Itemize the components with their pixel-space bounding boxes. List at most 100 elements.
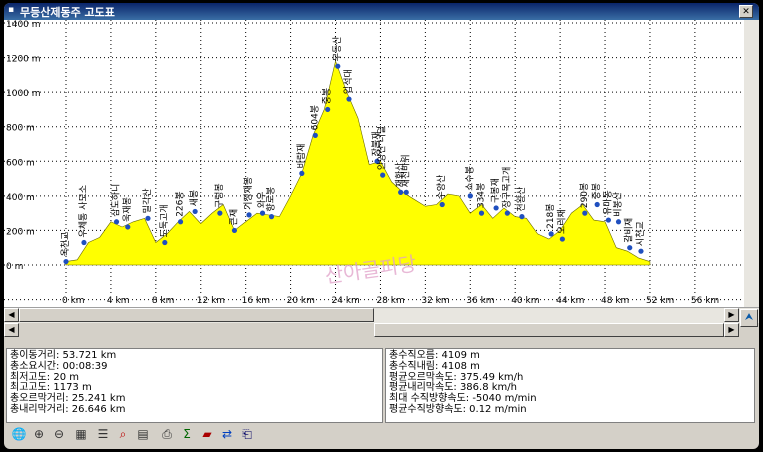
waypoint-label: 큰재 <box>228 209 239 226</box>
waypoint-marker <box>519 214 525 220</box>
zoom-in-icon[interactable]: ⊕ <box>30 425 48 443</box>
waypoint-label: 천왕산 <box>516 187 527 212</box>
scroll-thumb[interactable] <box>19 308 374 322</box>
export-icon[interactable]: ⎗ <box>238 425 256 443</box>
waypoint-marker <box>504 210 510 216</box>
waypoint-marker <box>177 219 184 225</box>
waypoint-marker <box>638 248 644 254</box>
x-tick-label: 32 km <box>421 296 449 306</box>
waypoint-label: 소수봉 <box>464 166 475 191</box>
scroll-left-button[interactable]: ◀ <box>4 308 19 322</box>
x-tick-label: 44 km <box>556 296 584 306</box>
waypoint-marker <box>145 215 151 221</box>
stat-total-descent: 총수직내림: 4108 m <box>389 360 480 372</box>
print-icon[interactable]: ⎙ <box>158 425 176 443</box>
waypoint-label: 604봉 <box>309 105 320 130</box>
y-tick-label: 1400 m <box>6 20 41 30</box>
waypoint-label: 입석대 <box>342 69 354 94</box>
waypoint-label: 오리재 <box>556 209 567 234</box>
horizontal-scrollbar-secondary[interactable]: ◀ ▶ <box>4 323 759 337</box>
waypoint-marker <box>246 212 252 218</box>
x-tick-label: 28 km <box>376 296 404 306</box>
x-tick-label: 4 km <box>107 296 130 306</box>
page-icon[interactable]: ▤ <box>134 425 152 443</box>
waypoint-marker <box>125 224 131 230</box>
book-icon[interactable]: ▰ <box>198 425 216 443</box>
waypoint-marker <box>380 172 386 178</box>
waypoint-label: 구렁봉 <box>213 183 225 208</box>
waypoint-marker <box>605 217 612 223</box>
waypoint-label: 장구목고개 <box>501 167 512 208</box>
vertical-scrollbar[interactable] <box>744 20 759 307</box>
y-tick-label: 0 m <box>6 262 23 272</box>
elevation-chart[interactable]: 0 m 200 m 400 m 600 m 800 m 1000 m 1200 m 1400 … <box>4 20 744 307</box>
waypoint-label: 새봉 <box>189 190 200 207</box>
scroll-left-button-2[interactable]: ◀ <box>4 323 19 337</box>
scroll-thumb-2[interactable] <box>374 323 724 337</box>
waypoint-label: 기정재봉 <box>243 177 254 210</box>
waypoint-label: 비봉산 <box>613 192 624 217</box>
waypoint-label: 구봉재 <box>490 178 501 203</box>
scroll-right-button[interactable]: ▶ <box>724 308 739 322</box>
x-tick-label: 52 km <box>646 296 674 306</box>
y-tick-label: 600 m <box>6 158 35 168</box>
app-icon[interactable]: ▪ <box>8 6 17 15</box>
waypoint-label: 삼도하니 <box>111 184 122 217</box>
y-tick-label: 200 m <box>6 227 35 237</box>
magnifier-icon[interactable]: ⌕ <box>114 425 132 443</box>
waypoint-marker <box>299 170 305 176</box>
x-tick-label: 40 km <box>511 296 539 306</box>
app-window: ▪ 무등산제동주 고도표 ✕ 0 m 200 m 400 m 600 m 800 m 10… <box>4 3 759 449</box>
waypoint-label: 밀각산 <box>141 188 153 213</box>
stat-avg-vertical-speed: 평균수직방향속도: 0.12 m/min <box>389 403 527 415</box>
waypoint-marker <box>594 201 600 208</box>
waypoint-label: 290봉 <box>579 183 590 208</box>
globe-icon[interactable]: 🌐 <box>10 425 28 443</box>
swap-icon[interactable]: ⇄ <box>218 425 236 443</box>
x-tick-label: 20 km <box>287 296 315 306</box>
waypoint-label: 유마동 <box>602 190 613 215</box>
y-tick-label: 1000 m <box>6 89 41 99</box>
waypoint-label: 수양산 <box>436 175 447 200</box>
waypoint-marker <box>627 245 633 251</box>
waypoint-marker <box>548 231 554 237</box>
chevron-double-up-icon[interactable]: ⮝ <box>740 309 758 327</box>
grid-icon[interactable]: ▦ <box>72 425 90 443</box>
x-tick-label: 8 km <box>152 296 175 306</box>
waypoint-marker <box>398 189 404 195</box>
x-tick-label: 56 km <box>691 296 719 306</box>
waypoint-marker <box>268 214 275 220</box>
sigma-icon[interactable]: Σ <box>178 425 196 443</box>
waypoint-label: 증봉 <box>591 183 602 200</box>
y-tick-label: 400 m <box>6 193 35 203</box>
waypoint-marker <box>403 189 409 195</box>
waypoint-label: 334봉 <box>476 183 487 208</box>
horizontal-scrollbar[interactable]: ◀ ▶ <box>4 307 759 323</box>
waypoint-label: 바람재 <box>295 144 307 169</box>
x-tick-label: 0 km <box>62 296 85 306</box>
waypoint-marker <box>439 201 445 208</box>
x-tick-label: 12 km <box>197 296 225 306</box>
zoom-out-icon[interactable]: ⊖ <box>50 425 68 443</box>
waypoint-marker <box>63 258 69 265</box>
x-tick-label: 36 km <box>466 296 494 306</box>
waypoint-label: 옥천교 <box>60 232 71 257</box>
waypoint-marker <box>582 210 588 216</box>
close-button[interactable]: ✕ <box>739 5 753 18</box>
waypoint-label: 갈비재 <box>624 218 635 243</box>
waypoint-label: 도둑고개 <box>159 204 170 237</box>
waypoint-label: 욱재봉 <box>122 197 133 222</box>
waypoint-marker <box>217 210 223 216</box>
waypoint-label: 무등산 <box>332 36 343 61</box>
waypoint-label: 재천바위 <box>400 154 411 187</box>
scroll-right-button-2[interactable]: ▶ <box>724 323 739 337</box>
waypoint-marker <box>559 236 565 242</box>
waypoint-marker <box>493 205 499 211</box>
waypoint-label: 226봉 <box>175 191 186 216</box>
y-tick-label: 1200 m <box>6 55 41 65</box>
list-icon[interactable]: ☰ <box>94 425 112 443</box>
waypoint-marker <box>467 193 473 199</box>
x-tick-label: 24 km <box>332 296 360 306</box>
waypoint-label: 향로봉 <box>265 187 277 212</box>
waypoint-marker <box>312 132 318 138</box>
